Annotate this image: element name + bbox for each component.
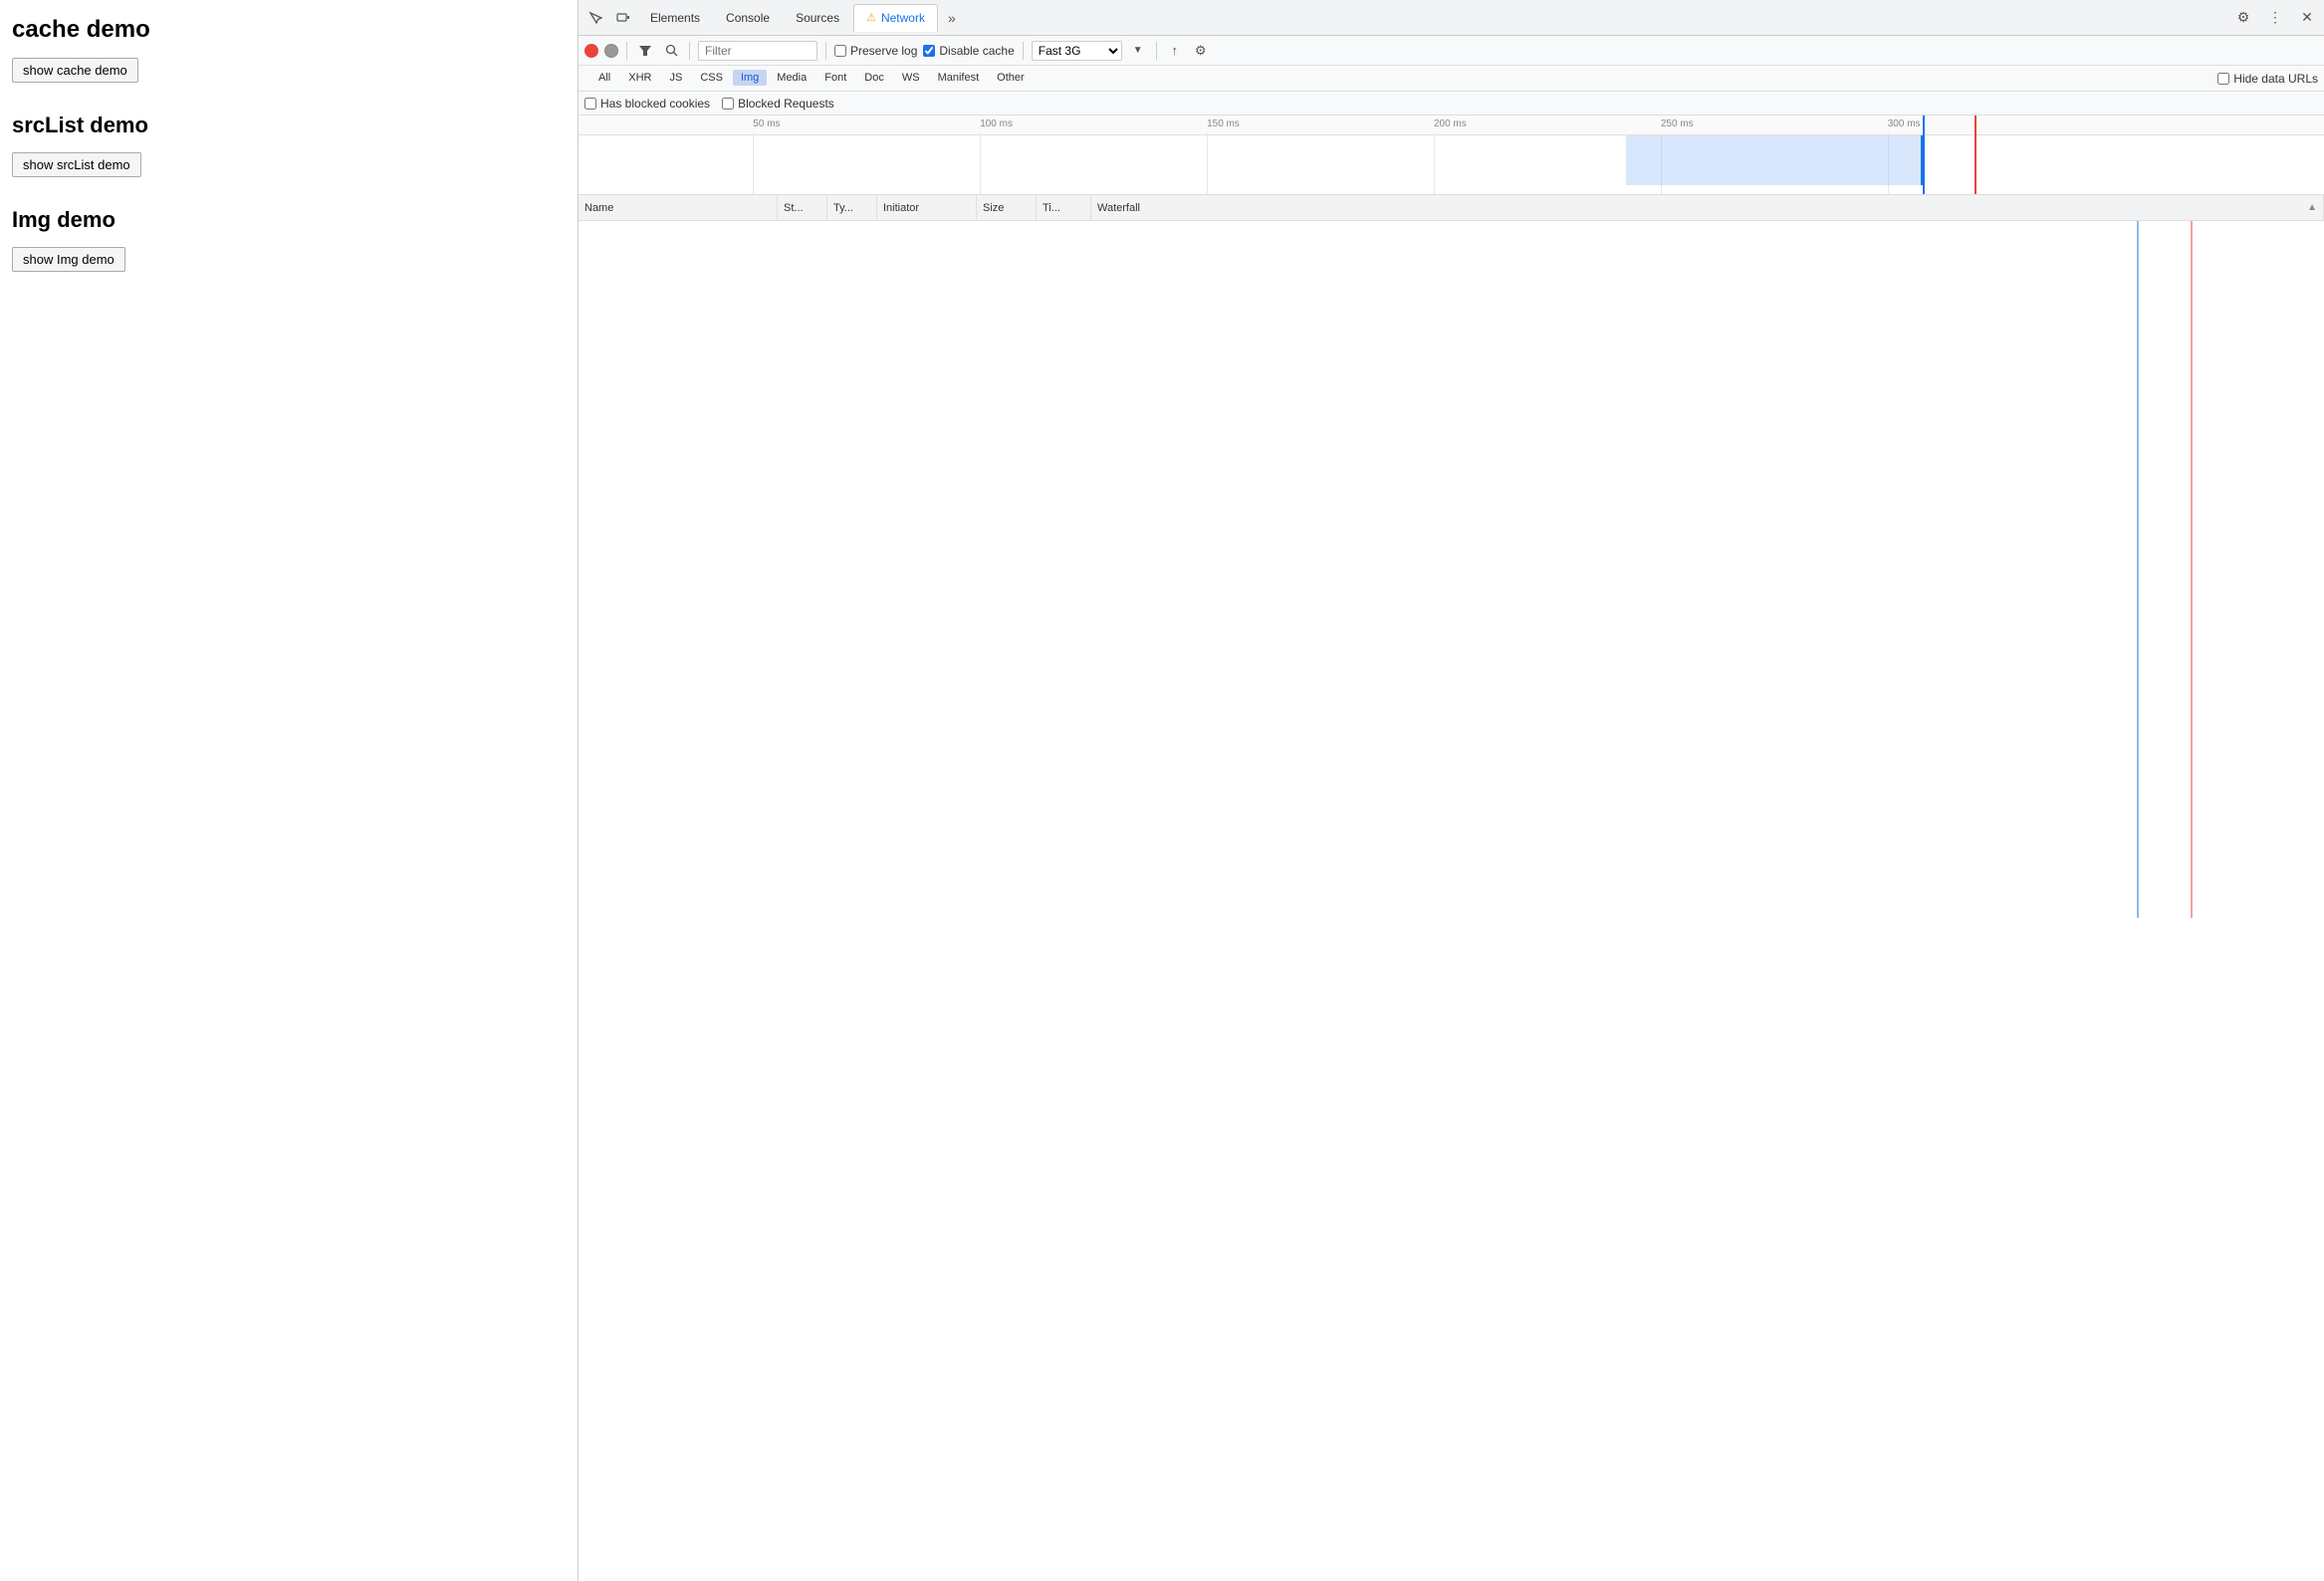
throttle-chevron-icon[interactable]: ▼ <box>1128 41 1148 61</box>
col-header-size[interactable]: Size <box>977 195 1037 220</box>
filter-tab-js[interactable]: JS <box>661 70 690 86</box>
col-header-type[interactable]: Ty... <box>827 195 877 220</box>
record-button[interactable] <box>584 44 598 58</box>
filter-tab-media[interactable]: Media <box>769 70 814 86</box>
blocked-cookies-checkbox[interactable] <box>584 98 596 110</box>
network-table: Name St... Ty... Initiator Size Ti... Wa… <box>579 195 2324 1581</box>
filter-tab-other[interactable]: Other <box>989 70 1033 86</box>
filter-tab-all[interactable]: All <box>590 70 618 86</box>
timeline-red-line <box>1975 115 1976 194</box>
preserve-log-label[interactable]: Preserve log <box>834 44 917 58</box>
tab-network[interactable]: ⚠ Network <box>853 4 938 32</box>
blocked-requests-label[interactable]: Blocked Requests <box>722 97 834 111</box>
tick-line-200 <box>1434 135 1435 194</box>
cache-demo-section: cache demo show cache demo <box>12 16 566 83</box>
timeline-area: 50 ms 100 ms 150 ms 200 ms 250 ms 300 ms <box>579 115 2324 195</box>
tab-elements[interactable]: Elements <box>638 5 712 31</box>
filter-tab-doc[interactable]: Doc <box>856 70 892 86</box>
table-blue-line <box>2137 221 2139 918</box>
col-header-initiator[interactable]: Initiator <box>877 195 977 220</box>
tick-150ms: 150 ms <box>1207 118 1240 129</box>
img-demo-title: Img demo <box>12 207 566 233</box>
devtools-filter-tabs: All XHR JS CSS Img Media Font Doc <box>584 66 2215 92</box>
import-icon-button[interactable]: ↑ <box>1165 41 1185 61</box>
show-srclist-demo-button[interactable]: show srcList demo <box>12 152 141 177</box>
filter-tab-ws[interactable]: WS <box>894 70 928 86</box>
table-body <box>579 221 2324 918</box>
throttle-select[interactable]: Fast 3G No throttling Slow 3G Offline <box>1032 41 1122 61</box>
filter-tab-manifest[interactable]: Manifest <box>930 70 988 86</box>
stop-button[interactable] <box>604 44 618 58</box>
search-icon-button[interactable] <box>661 41 681 61</box>
toolbar-separator-3 <box>825 42 826 60</box>
blocked-requests-checkbox[interactable] <box>722 98 734 110</box>
devtools-settings-icon[interactable]: ⚙ <box>2230 5 2256 31</box>
col-header-waterfall[interactable]: Waterfall ▲ <box>1091 195 2324 220</box>
blocked-cookies-label[interactable]: Has blocked cookies <box>584 97 710 111</box>
tick-250ms: 250 ms <box>1661 118 1694 129</box>
devtools-toolbar: Preserve log Disable cache Fast 3G No th… <box>579 36 2324 66</box>
filter-icon-button[interactable] <box>635 41 655 61</box>
srclist-demo-section: srcList demo show srcList demo <box>12 113 566 177</box>
device-toggle-icon[interactable] <box>610 5 636 31</box>
tick-200ms: 200 ms <box>1434 118 1467 129</box>
network-warn-icon: ⚠ <box>866 11 876 24</box>
export-icon-button[interactable]: ⚙ <box>1191 41 1211 61</box>
sort-arrow-icon: ▲ <box>2307 202 2317 213</box>
filter-tab-xhr[interactable]: XHR <box>620 70 659 86</box>
hide-data-urls-checkbox[interactable] <box>2217 73 2229 85</box>
timeline-blue-bar <box>1626 135 1923 185</box>
hide-data-urls-label[interactable]: Hide data URLs <box>2217 72 2318 86</box>
show-cache-demo-button[interactable]: show cache demo <box>12 58 138 83</box>
tick-line-150 <box>1207 135 1208 194</box>
devtools-more-icon[interactable]: ⋮ <box>2262 5 2288 31</box>
devtools-panel: Elements Console Sources ⚠ Network » ⚙ ⋮… <box>578 0 2324 1581</box>
disable-cache-label[interactable]: Disable cache <box>923 44 1014 58</box>
tick-50ms: 50 ms <box>753 118 780 129</box>
filter-tabs-row: All XHR JS CSS Img Media Font Doc <box>579 66 2324 92</box>
filter-tab-font[interactable]: Font <box>816 70 854 86</box>
disable-cache-checkbox[interactable] <box>923 45 935 57</box>
timeline-ruler: 50 ms 100 ms 150 ms 200 ms 250 ms 300 ms <box>579 115 2324 135</box>
table-header: Name St... Ty... Initiator Size Ti... Wa… <box>579 195 2324 221</box>
toolbar-separator-2 <box>689 42 690 60</box>
filter-tab-img[interactable]: Img <box>733 70 767 86</box>
tick-100ms: 100 ms <box>980 118 1013 129</box>
tab-sources[interactable]: Sources <box>784 5 851 31</box>
tab-console[interactable]: Console <box>714 5 782 31</box>
timeline-blue-line <box>1923 115 1925 194</box>
toolbar-separator-4 <box>1023 42 1024 60</box>
toolbar-separator-1 <box>626 42 627 60</box>
devtools-settings-group: ⚙ ⋮ ✕ <box>2230 5 2320 31</box>
filter-tab-css[interactable]: CSS <box>692 70 731 86</box>
cache-demo-title: cache demo <box>12 16 566 44</box>
col-header-status[interactable]: St... <box>778 195 827 220</box>
srclist-demo-title: srcList demo <box>12 113 566 138</box>
img-demo-section: Img demo show Img demo <box>12 207 566 272</box>
page-content: cache demo show cache demo srcList demo … <box>0 0 578 1581</box>
devtools-close-icon[interactable]: ✕ <box>2294 5 2320 31</box>
cursor-icon[interactable] <box>582 5 608 31</box>
tick-300ms: 300 ms <box>1888 118 1921 129</box>
preserve-log-checkbox[interactable] <box>834 45 846 57</box>
table-red-line <box>2191 221 2193 918</box>
filter-input[interactable] <box>698 41 817 61</box>
tab-overflow-button[interactable]: » <box>940 4 964 32</box>
col-header-time[interactable]: Ti... <box>1037 195 1091 220</box>
tick-line-50 <box>753 135 754 194</box>
toolbar-separator-5 <box>1156 42 1157 60</box>
tick-line-100 <box>980 135 981 194</box>
blocked-row: Has blocked cookies Blocked Requests <box>579 92 2324 115</box>
show-img-demo-button[interactable]: show Img demo <box>12 247 125 272</box>
devtools-tab-bar: Elements Console Sources ⚠ Network » ⚙ ⋮… <box>579 0 2324 36</box>
col-header-name[interactable]: Name <box>579 195 778 220</box>
